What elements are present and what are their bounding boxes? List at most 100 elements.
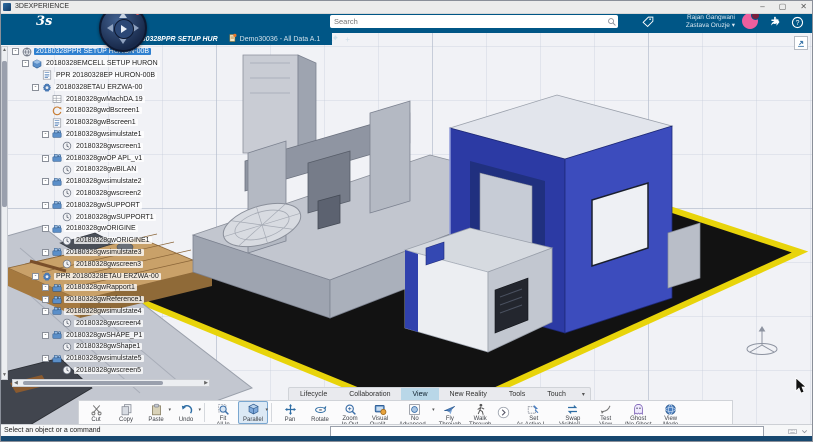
tree-item-20180328gworigine1[interactable]: 20180328gwORIGINE1 [12, 235, 161, 247]
tree-item-20180328gwscreen1[interactable]: 20180328gwscreen1 [12, 140, 161, 152]
toolbar-button-pan[interactable]: Pan [275, 401, 305, 424]
tree-item-20180328gwsimulstate4[interactable]: -20180328gwsimulstate4 [12, 306, 161, 318]
scroll-right-icon[interactable]: ▶ [204, 380, 208, 386]
scroll-left-icon[interactable]: ◀ [14, 380, 18, 386]
tree-item-20180328emcell-setup-huron[interactable]: -20180328EMCELL SETUP HURON [12, 58, 161, 70]
avatar[interactable] [742, 13, 758, 29]
expand-viewport-icon[interactable] [794, 36, 808, 50]
tree-expander-icon[interactable]: - [42, 284, 49, 291]
tree-item-20180328gwbilan[interactable]: 20180328gwBILAN [12, 164, 161, 176]
tree-horizontal-scrollbar[interactable]: ◀ ▶ [12, 379, 210, 387]
resource-icon [51, 153, 62, 164]
tree-item-20180328gwshape-p1[interactable]: -20180328gwSHAPE_P1 [12, 329, 161, 341]
compass-south-icon[interactable] [119, 38, 127, 48]
tree-expander-icon[interactable]: - [42, 296, 49, 303]
toolbar-button-swap-visible-l[interactable]: SwapVisible/L... [555, 401, 591, 424]
tree-item-20180328gwsimulstate3[interactable]: -20180328gwsimulstate3 [12, 247, 161, 259]
tree-item-20180328gwbscreen1[interactable]: 20180328gwBscreen1 [12, 117, 161, 129]
tree-item-20180328gwmachda-19[interactable]: 20180328gwMachDA.19 [12, 93, 161, 105]
tree-expander-icon[interactable]: - [32, 84, 39, 91]
tree-item-20180328gwrapport1[interactable]: -20180328gwRapport1 [12, 282, 161, 294]
horizontal-scroll-thumb[interactable] [23, 381, 163, 385]
search-icon[interactable] [605, 15, 618, 28]
vertical-scroll-thumb[interactable] [2, 61, 7, 207]
chevron-down-icon[interactable] [799, 426, 809, 436]
toolbar-button-paste[interactable]: Paste▾ [141, 401, 171, 424]
tree-item-20180328gwsimulstate2[interactable]: -20180328gwsimulstate2 [12, 176, 161, 188]
compass-west-icon[interactable] [103, 24, 113, 32]
dropdown-caret-icon[interactable]: ▾ [198, 407, 201, 413]
window-title: 3DEXPERIENCE [15, 3, 69, 10]
tree-item-20180328gwop-apl-v1[interactable]: -20180328gwOP APL_v1 [12, 152, 161, 164]
toolbar-button-rotate[interactable]: Rotate [305, 401, 335, 424]
scroll-up-icon[interactable]: ▲ [2, 47, 7, 54]
tree-item-20180328gwsimulstate1[interactable]: -20180328gwsimulstate1 [12, 129, 161, 141]
minimize-button[interactable]: – [760, 0, 764, 13]
toolbar-button-set-as-active-l[interactable]: SetAs Active L... [512, 401, 555, 424]
tree-expander-icon[interactable]: - [42, 202, 49, 209]
tree-expander-icon[interactable]: - [42, 225, 49, 232]
compass-play-button[interactable] [114, 19, 134, 39]
tree-item-20180328etau-erzwa-00[interactable]: -20180328ETAU ERZWA-00 [12, 81, 161, 93]
toolbar-button-copy[interactable]: Copy [111, 401, 141, 424]
view-mode-icon [664, 403, 677, 416]
close-button[interactable]: ✕ [800, 0, 807, 13]
tree-expander-icon[interactable]: - [42, 332, 49, 339]
tree-item-20180328gwdbscreen1[interactable]: 20180328gwdBscreen1 [12, 105, 161, 117]
toolbar-expand-chevron[interactable] [495, 401, 512, 424]
tree-item-20180328gwscreen3[interactable]: 20180328gwscreen3 [12, 258, 161, 270]
search-input[interactable] [330, 17, 605, 26]
tree-expander-icon[interactable]: - [42, 178, 49, 185]
dropdown-caret-icon[interactable]: ▾ [265, 407, 268, 413]
toolbar-button-ghost-no-ghost[interactable]: Ghost/No Ghost [621, 401, 656, 424]
tree-expander-icon[interactable]: - [42, 249, 49, 256]
tree-item-20180328gwsimulstate5[interactable]: -20180328gwsimulstate5 [12, 353, 161, 365]
keyboard-icon[interactable] [787, 426, 797, 436]
tree-expander-icon[interactable]: - [42, 131, 49, 138]
3ds-logo[interactable]: 3s [36, 14, 52, 29]
toolbar-button-fit-all-in[interactable]: FitAll In [208, 401, 238, 424]
toolbar-button-fly-through[interactable]: FlyThrough [435, 401, 465, 424]
user-org[interactable]: Zastava Oruzje ▾ [686, 22, 735, 30]
pan-icon [284, 403, 297, 417]
toolbar-button-parallel[interactable]: Parallel▾ [238, 401, 268, 424]
tree-item-ppr-20180328ep-huron-00b[interactable]: PPR 20180328EP HURON-00B [12, 70, 161, 82]
tree-expander-icon[interactable]: - [42, 155, 49, 162]
tree-expander-icon[interactable]: - [42, 308, 49, 315]
global-search[interactable] [330, 15, 618, 28]
tree-item-20180328gwsupport1[interactable]: 20180328gwSUPPORT1 [12, 211, 161, 223]
compass-east-icon[interactable] [133, 24, 143, 32]
toolbar-button-cut[interactable]: Cut [81, 401, 111, 424]
toolbar-button-no-advanced[interactable]: NoAdvanced...▾ [395, 401, 435, 424]
toolbar-button-label: Cut [91, 417, 100, 423]
toolbar-button-undo[interactable]: Undo▾ [171, 401, 201, 424]
tree-item-20180328gwscreen4[interactable]: 20180328gwscreen4 [12, 317, 161, 329]
tree-item-ppr-20180328etau-erzwa-00[interactable]: -PPR 20180328ETAU ERZWA-00 [12, 270, 161, 282]
tree-expander-icon[interactable]: - [32, 273, 39, 280]
tree-item-20180328gwscreen2[interactable]: 20180328gwscreen2 [12, 188, 161, 200]
toolbar-button-view-mode[interactable]: ViewMode [656, 401, 686, 424]
doc-tab-demo30036-all-data-a-1[interactable]: Demo30036 - All Data A.1 [228, 30, 321, 48]
tree-item-20180328gwshape1[interactable]: 20180328gwShape1 [12, 341, 161, 353]
user-info[interactable]: Rajan Gangwani Zastava Oruzje ▾ [686, 14, 735, 30]
tree-item-20180328gworigine[interactable]: -20180328gwORIGINE [12, 223, 161, 235]
tree-expander-icon[interactable]: - [42, 355, 49, 362]
tree-vertical-scrollbar[interactable]: ▲ ▼ [1, 46, 8, 380]
toolbar-button-visual-qualit[interactable]: VisualQualit... [365, 401, 395, 424]
tree-item-20180328gwsupport[interactable]: -20180328gwSUPPORT [12, 199, 161, 211]
pin-icon[interactable] [330, 34, 339, 45]
tree-item-20180328gwreference1[interactable]: -20180328gwReference1 [12, 294, 161, 306]
new-tab-button[interactable]: + [345, 35, 350, 44]
tree-expander-icon[interactable]: - [12, 48, 19, 55]
scroll-down-icon[interactable]: ▼ [2, 372, 7, 379]
toolbar-button-test-view[interactable]: TestView [591, 401, 621, 424]
toolbar-button-walk-through[interactable]: WalkThrough [465, 401, 495, 424]
toolbar-button-zoom-in-out[interactable]: ZoomIn Out [335, 401, 365, 424]
share-icon[interactable] [767, 14, 783, 30]
tag-icon[interactable] [640, 14, 656, 30]
help-icon[interactable]: ? [789, 14, 805, 30]
zoom-icon [344, 403, 357, 416]
tree-expander-icon[interactable]: - [22, 60, 29, 67]
tree-item-20180328gwscreen5[interactable]: 20180328gwscreen5 [12, 365, 161, 377]
maximize-button[interactable]: ▢ [779, 0, 787, 13]
